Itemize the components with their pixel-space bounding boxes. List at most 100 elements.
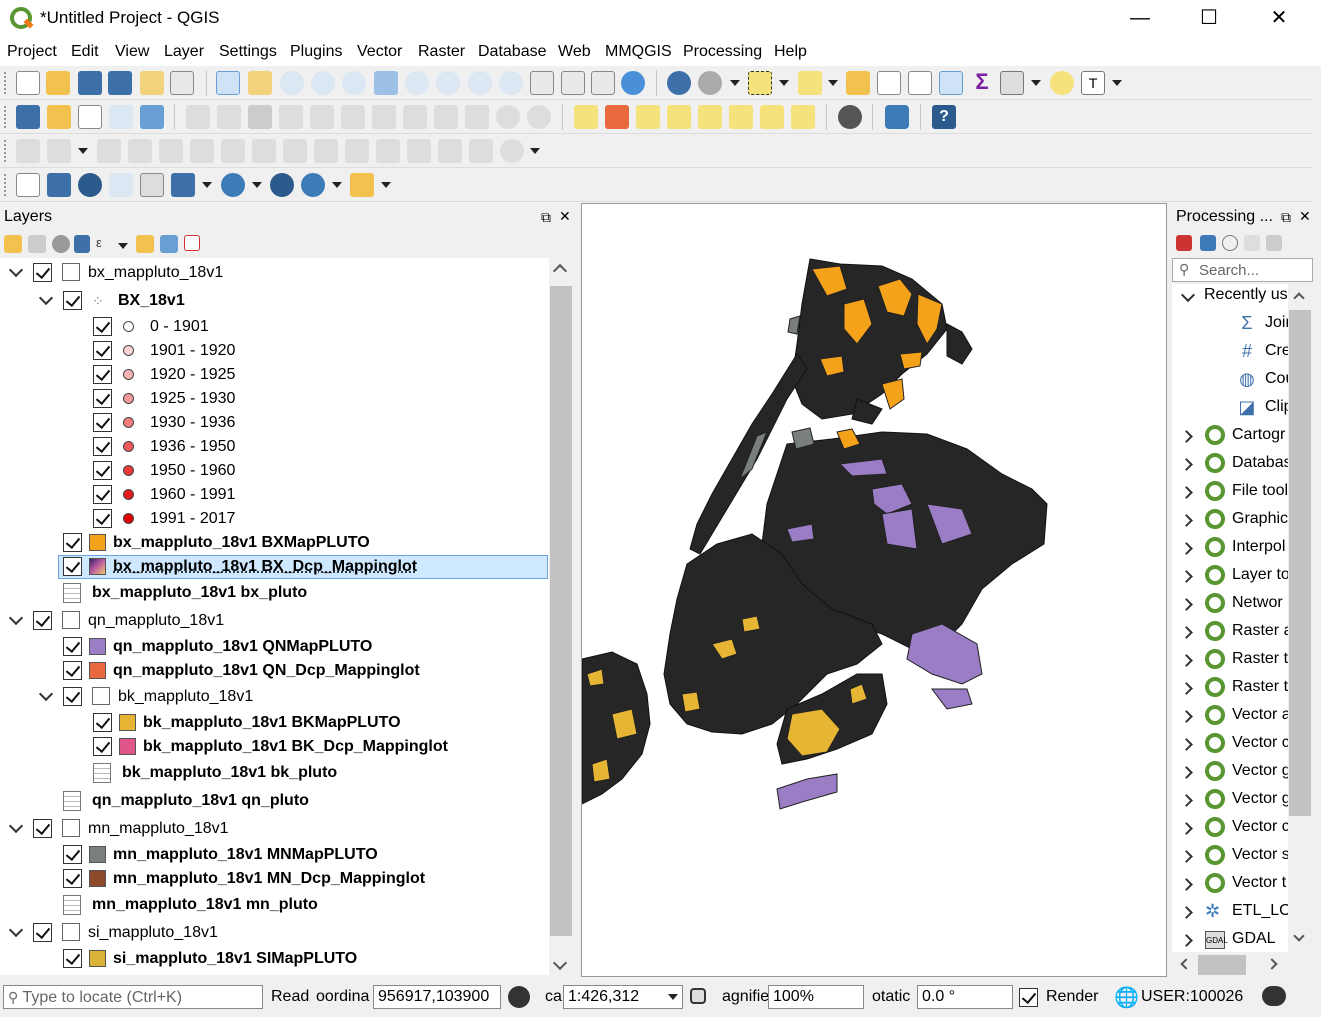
offset-symbols-icon[interactable] [469, 139, 493, 163]
select-by-value-icon[interactable] [798, 71, 822, 95]
legend-class-row[interactable]: 1901 - 1920 [0, 339, 549, 363]
legend-checkbox[interactable] [93, 341, 112, 360]
zoom-layer-icon[interactable] [436, 71, 460, 95]
scroll-left-icon[interactable] [1180, 958, 1192, 970]
add-wfs-icon[interactable] [270, 173, 294, 197]
layer-checkbox[interactable] [63, 949, 82, 968]
filter-expression-icon[interactable]: ε [96, 235, 114, 253]
scroll-thumb[interactable] [550, 286, 572, 936]
add-spatialite-icon[interactable] [109, 173, 133, 197]
new-shapefile-icon[interactable] [16, 173, 40, 197]
show-hide-labels-icon[interactable] [698, 105, 722, 129]
magnifier-spinbox[interactable]: 100% [768, 985, 864, 1009]
layer-bk-dcp[interactable]: bk_mappluto_18v1 BK_Dcp_Mappinglot [0, 735, 549, 759]
temporal-controller-icon[interactable] [561, 71, 585, 95]
modify-attributes-icon[interactable] [341, 105, 365, 129]
legend-class-row[interactable]: 0 - 1901 [0, 315, 549, 339]
scroll-down-icon[interactable] [552, 955, 568, 971]
add-ring-icon[interactable] [47, 139, 71, 163]
merge-features-icon[interactable] [376, 139, 400, 163]
layer-group-qn[interactable]: qn_mappluto_18v1 [0, 609, 549, 633]
add-part-icon[interactable] [128, 139, 152, 163]
layer-group-bk[interactable]: bk_mappluto_18v1 [0, 685, 549, 709]
layers-scrollbar[interactable] [549, 258, 573, 975]
add-geopackage-icon[interactable] [350, 173, 374, 197]
python-console-icon[interactable] [885, 105, 909, 129]
layer-bx-dcp-selected[interactable]: bx_mappluto_18v1 BX_Dcp_Mappinglot [58, 555, 548, 579]
copy-icon[interactable] [434, 105, 458, 129]
layer-group-si[interactable]: si_mappluto_18v1 [0, 921, 549, 945]
menu-plugins[interactable]: Plugins [290, 43, 342, 61]
layer-bk-pluto[interactable]: bk_mappluto_18v1 bk_pluto [0, 761, 549, 785]
expand-all-icon[interactable] [136, 235, 154, 253]
move-label-icon[interactable] [729, 105, 753, 129]
add-raster-icon[interactable] [47, 173, 71, 197]
layer-checkbox[interactable] [63, 661, 82, 680]
lock-scale-icon[interactable] [690, 988, 706, 1004]
scale-combo[interactable]: 1:426,312 [563, 985, 683, 1009]
layer-checkbox[interactable] [33, 263, 52, 282]
processing-search-input[interactable]: ⚲ Search... [1172, 258, 1313, 282]
layer-bx-pluto[interactable]: bx_mappluto_18v1 bx_pluto [0, 581, 549, 605]
delete-selected-icon[interactable] [372, 105, 396, 129]
measure-icon[interactable] [1000, 71, 1024, 95]
legend-class-row[interactable]: 1925 - 1930 [0, 387, 549, 411]
layer-checkbox[interactable] [33, 611, 52, 630]
zoom-out-icon[interactable] [311, 71, 335, 95]
redo-icon[interactable] [527, 105, 551, 129]
layer-bk-map[interactable]: bk_mappluto_18v1 BKMapPLUTO [0, 711, 549, 735]
toggle-editing-icon[interactable] [217, 105, 241, 129]
filter-icon[interactable] [74, 235, 90, 253]
add-postgis-icon[interactable] [78, 173, 102, 197]
add-virtual-layer-icon[interactable] [140, 173, 164, 197]
text-annotation-icon[interactable]: T [1081, 71, 1105, 95]
menu-edit[interactable]: Edit [71, 43, 99, 61]
layer-group-bx[interactable]: bx_mappluto_18v1 [0, 261, 549, 285]
menu-vector[interactable]: Vector [357, 43, 402, 61]
cut-icon[interactable] [403, 105, 427, 129]
scripts-icon[interactable] [1200, 235, 1216, 251]
layer-mn-dcp[interactable]: mn_mappluto_18v1 MN_Dcp_Mappinglot [0, 867, 549, 891]
crs-button[interactable]: USER:100026 [1141, 988, 1243, 1006]
menu-help[interactable]: Help [774, 43, 807, 61]
mouse-coordinates-icon[interactable] [508, 986, 530, 1008]
menu-web[interactable]: Web [558, 43, 591, 61]
paste-icon[interactable] [465, 105, 489, 129]
layer-mn-pluto[interactable]: mn_mappluto_18v1 mn_pluto [0, 893, 549, 917]
layer-checkbox[interactable] [63, 637, 82, 656]
layer-qn-dcp[interactable]: qn_mappluto_18v1 QN_Dcp_Mappinglot [0, 659, 549, 683]
layer-checkbox[interactable] [63, 291, 82, 310]
pan-hand-icon[interactable] [216, 71, 240, 95]
layer-qn-map[interactable]: qn_mappluto_18v1 QNMapPLUTO [0, 635, 549, 659]
zoom-last-icon[interactable] [468, 71, 492, 95]
save-as-icon[interactable] [108, 71, 132, 95]
layer-checkbox[interactable] [93, 713, 112, 732]
attribute-table-icon[interactable] [877, 71, 901, 95]
menu-settings[interactable]: Settings [219, 43, 277, 61]
locator-input[interactable]: ⚲ Type to locate (Ctrl+K) [3, 985, 263, 1009]
float-panel-icon[interactable]: ⧉ [1281, 209, 1291, 226]
zoom-in-icon[interactable] [280, 71, 304, 95]
vertex-tool-icon[interactable] [310, 105, 334, 129]
highlight-pinned-icon[interactable] [667, 105, 691, 129]
add-layer-icon[interactable] [16, 105, 40, 129]
legend-checkbox[interactable] [93, 485, 112, 504]
save-edits-icon[interactable] [248, 105, 272, 129]
legend-class-row[interactable]: 1936 - 1950 [0, 435, 549, 459]
deselect-icon[interactable] [846, 71, 870, 95]
rotate-label-icon[interactable] [760, 105, 784, 129]
new-map-view-icon[interactable] [530, 71, 554, 95]
layer-mn-map[interactable]: mn_mappluto_18v1 MNMapPLUTO [0, 843, 549, 867]
hscroll-thumb[interactable] [1198, 955, 1246, 975]
close-panel-icon[interactable]: ✕ [1299, 208, 1311, 225]
legend-checkbox[interactable] [93, 437, 112, 456]
scroll-right-icon[interactable] [1266, 958, 1278, 970]
processing-toolbox-icon[interactable] [939, 71, 963, 95]
merge-attributes-icon[interactable] [407, 139, 431, 163]
zoom-native-icon[interactable] [342, 71, 366, 95]
minimize-button[interactable]: — [1105, 0, 1175, 36]
add-wms-icon[interactable] [221, 173, 245, 197]
layer-checkbox[interactable] [63, 869, 82, 888]
render-checkbox[interactable] [1019, 988, 1038, 1007]
actions-icon[interactable] [698, 71, 722, 95]
